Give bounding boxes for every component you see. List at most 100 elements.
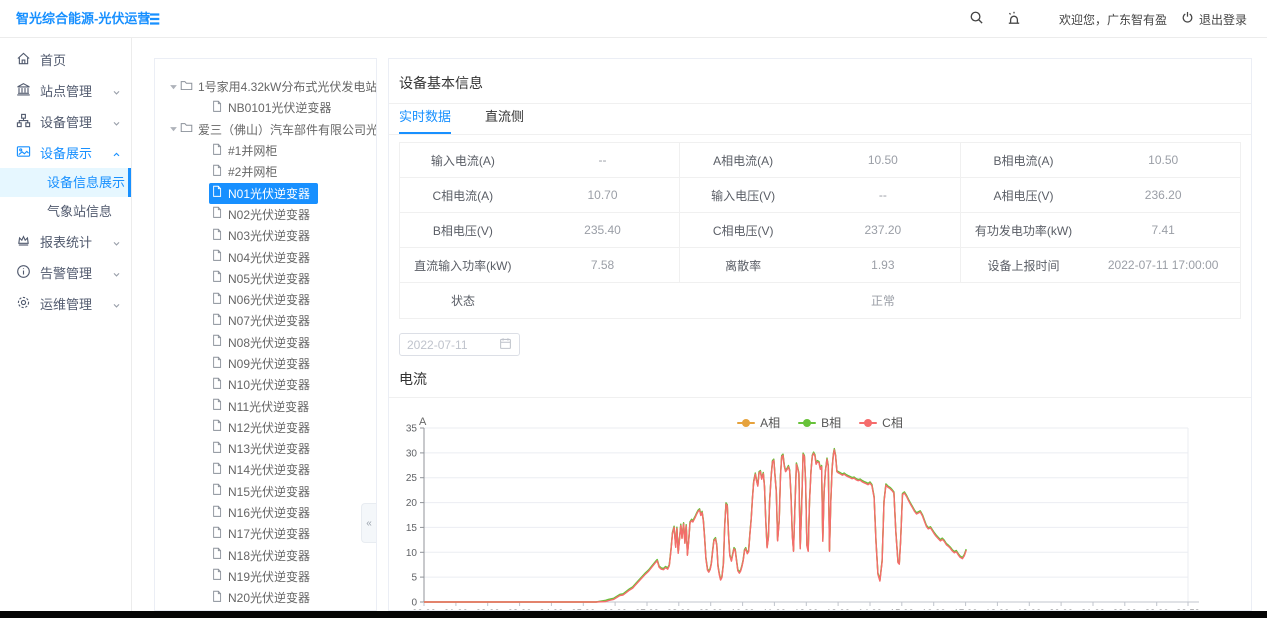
- tree-node-station-2[interactable]: 爱三（佛山）汽车部件有限公司光伏发: [155, 119, 376, 140]
- tab-1[interactable]: 直流侧: [485, 106, 524, 134]
- tree-node-station-0[interactable]: 1号家用4.32kW分布式光伏发电站: [155, 76, 376, 97]
- tree-node-device-5[interactable]: N01光伏逆变器: [155, 182, 376, 203]
- info-pair: B相电压(V)235.40: [400, 213, 680, 247]
- logout-power-icon: [1181, 11, 1194, 27]
- legend-label: C相: [882, 414, 903, 431]
- svg-text:25: 25: [406, 473, 418, 484]
- tree-node-device-19[interactable]: N15光伏逆变器: [155, 481, 376, 502]
- sidebar-subitem-3-1[interactable]: 气象站信息: [0, 197, 131, 226]
- sidebar-item-1[interactable]: 站点管理: [0, 75, 131, 106]
- info-value: 7.58: [526, 248, 680, 282]
- search-icon: [969, 10, 984, 28]
- tree-node-device-3[interactable]: #1并网柜: [155, 140, 376, 161]
- info-pair: B相电流(A)10.50: [961, 143, 1240, 177]
- chevron-down-icon: [112, 116, 121, 131]
- tree-node-label: #1并网柜: [228, 142, 277, 159]
- tree-node-device-16[interactable]: N12光伏逆变器: [155, 417, 376, 438]
- tree-node-device-23[interactable]: N19光伏逆变器: [155, 566, 376, 587]
- chevron-down-icon: [112, 236, 121, 251]
- info-pair: A相电压(V)236.20: [961, 178, 1240, 212]
- info-pair: A相电流(A)10.50: [680, 143, 960, 177]
- sidebar-item-2[interactable]: 设备管理: [0, 106, 131, 137]
- legend-marker-icon: [737, 419, 755, 427]
- legend-item-A相[interactable]: A相: [737, 414, 780, 431]
- tree-node-device-8[interactable]: N04光伏逆变器: [155, 246, 376, 267]
- chart-legend: A相 B相 C相: [389, 414, 1251, 431]
- tree-node-device-11[interactable]: N07光伏逆变器: [155, 310, 376, 331]
- file-icon: [211, 206, 223, 222]
- tree-node-device-4[interactable]: #2并网柜: [155, 161, 376, 182]
- status-value: 正常: [526, 283, 1240, 318]
- caret-down-icon[interactable]: [169, 83, 178, 91]
- status-label: 状态: [400, 283, 526, 318]
- file-icon: [211, 334, 223, 350]
- legend-marker-icon: [859, 419, 877, 427]
- info-label: B相电流(A): [961, 143, 1087, 177]
- info-label: B相电压(V): [400, 213, 526, 247]
- tree-node-device-14[interactable]: N10光伏逆变器: [155, 374, 376, 395]
- file-icon: [211, 505, 223, 521]
- alert-icon: [16, 264, 31, 282]
- search-button[interactable]: [958, 0, 995, 38]
- tree-node-device-17[interactable]: N13光伏逆变器: [155, 438, 376, 459]
- alarm-button[interactable]: [995, 0, 1033, 38]
- info-label: A相电压(V): [961, 178, 1087, 212]
- legend-marker-icon: [798, 419, 816, 427]
- legend-item-C相[interactable]: C相: [859, 414, 903, 431]
- tree-node-label: N13光伏逆变器: [228, 440, 310, 457]
- tree-collapse-handle[interactable]: «: [361, 503, 376, 543]
- tree-node-device-6[interactable]: N02光伏逆变器: [155, 204, 376, 225]
- tree-node-device-9[interactable]: N05光伏逆变器: [155, 268, 376, 289]
- sidebar-item-5[interactable]: 告警管理: [0, 257, 131, 288]
- tab-0[interactable]: 实时数据: [399, 106, 451, 134]
- tree-node-device-1[interactable]: NB0101光伏逆变器: [155, 97, 376, 118]
- info-pair: 有功发电功率(kW)7.41: [961, 213, 1240, 247]
- sidebar-item-0[interactable]: 首页: [0, 44, 131, 75]
- caret-down-icon[interactable]: [169, 125, 178, 133]
- tree-node-device-20[interactable]: N16光伏逆变器: [155, 502, 376, 523]
- file-icon: [211, 462, 223, 478]
- tree-node-device-12[interactable]: N08光伏逆变器: [155, 332, 376, 353]
- alarm-siren-icon: [1006, 10, 1022, 29]
- date-picker-value: 2022-07-11: [407, 338, 468, 352]
- info-label: 有功发电功率(kW): [961, 213, 1087, 247]
- tree-node-label: N01光伏逆变器: [228, 185, 310, 202]
- svg-text:0: 0: [411, 598, 417, 609]
- date-picker[interactable]: 2022-07-11: [399, 333, 520, 356]
- info-pair: C相电流(A)10.70: [400, 178, 680, 212]
- sidebar-item-6[interactable]: 运维管理: [0, 288, 131, 319]
- display-icon: [16, 144, 31, 162]
- tree-node-device-13[interactable]: N09光伏逆变器: [155, 353, 376, 374]
- sidebar-item-label: 告警管理: [40, 263, 92, 282]
- status-row: 状态正常: [400, 283, 1240, 318]
- tree-node-device-15[interactable]: N11光伏逆变器: [155, 395, 376, 416]
- series-line-B相: [424, 449, 966, 602]
- chevron-up-icon: [112, 147, 121, 162]
- info-pair: 直流输入功率(kW)7.58: [400, 248, 680, 282]
- series-line-A相: [424, 449, 966, 602]
- info-value: 2022-07-11 17:00:00: [1086, 248, 1240, 282]
- tree-node-device-24[interactable]: N20光伏逆变器: [155, 587, 376, 608]
- tree-node-label: NB0101光伏逆变器: [228, 99, 331, 116]
- svg-text:10: 10: [406, 548, 418, 559]
- tree-node-device-21[interactable]: N17光伏逆变器: [155, 523, 376, 544]
- report-icon: [16, 233, 31, 251]
- logout-button[interactable]: 退出登录: [1181, 11, 1247, 28]
- sidebar-item-label: 运维管理: [40, 294, 92, 313]
- sidebar-item-3[interactable]: 设备展示: [0, 137, 131, 168]
- legend-label: B相: [821, 414, 841, 431]
- sidebar-subitem-3-0[interactable]: 设备信息展示: [0, 168, 131, 197]
- tree-node-device-22[interactable]: N18光伏逆变器: [155, 545, 376, 566]
- tree-node-device-18[interactable]: N14光伏逆变器: [155, 459, 376, 480]
- tree-node-label: N19光伏逆变器: [228, 568, 310, 585]
- info-label: A相电流(A): [680, 143, 806, 177]
- menu-fold-button[interactable]: [142, 10, 162, 28]
- sidebar-item-label: 首页: [40, 50, 66, 69]
- tree-node-label: N17光伏逆变器: [228, 525, 310, 542]
- sidebar-item-4[interactable]: 报表统计: [0, 226, 131, 257]
- legend-item-B相[interactable]: B相: [798, 414, 841, 431]
- tree-node-device-10[interactable]: N06光伏逆变器: [155, 289, 376, 310]
- tree-node-device-7[interactable]: N03光伏逆变器: [155, 225, 376, 246]
- welcome-text: 欢迎您，广东智有盈: [1059, 11, 1167, 28]
- tree-node-label: 1号家用4.32kW分布式光伏发电站: [198, 78, 376, 95]
